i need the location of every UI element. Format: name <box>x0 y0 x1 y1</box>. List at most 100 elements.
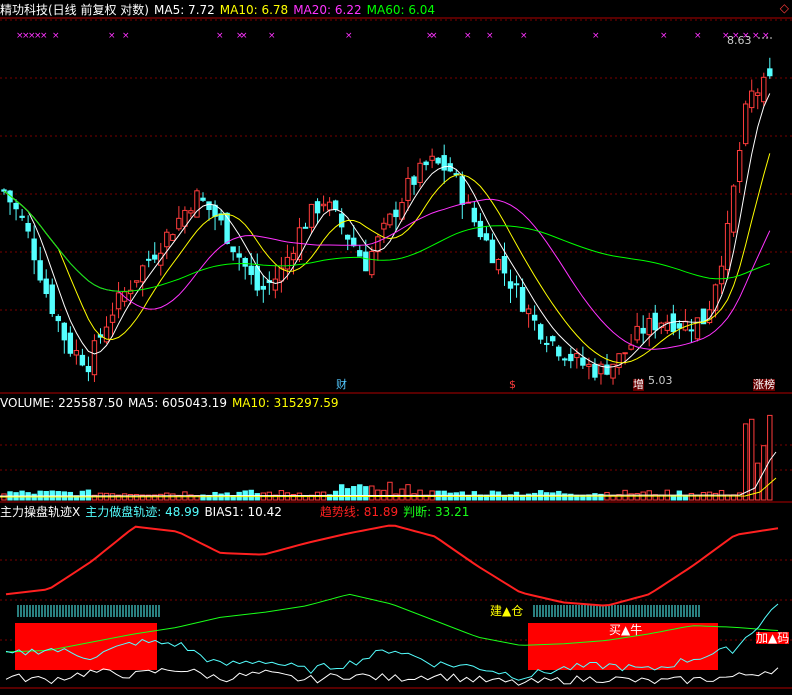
x-marker: × <box>52 31 60 41</box>
volume-bar <box>592 493 598 501</box>
candle-body <box>495 258 502 271</box>
candle-body <box>43 278 49 295</box>
candle-body <box>375 236 381 253</box>
candle-body <box>254 265 260 291</box>
x-marker: × <box>240 31 248 41</box>
candle-body <box>628 344 634 350</box>
volume-bar <box>755 462 761 501</box>
volume-value: VOLUME: 225587.50 <box>0 396 123 410</box>
candle-body <box>19 215 25 218</box>
candle-body <box>49 284 55 314</box>
candle-body <box>109 314 116 323</box>
volume-bar <box>369 485 375 501</box>
volume-bar <box>405 484 411 501</box>
candle-body <box>79 354 86 366</box>
x-marker: × <box>486 31 494 41</box>
candle-body <box>188 210 194 214</box>
candle-body <box>471 207 478 223</box>
signal-build: 建▲仓 <box>490 604 524 618</box>
volume-ma10: MA10: 315297.59 <box>231 396 339 410</box>
volume-bar <box>345 488 351 501</box>
candle-body <box>206 201 212 211</box>
candle-body <box>405 177 411 201</box>
volume-bar <box>85 489 92 501</box>
candle-body <box>332 200 339 211</box>
volume-bar <box>357 484 363 501</box>
candle-body <box>634 325 640 341</box>
candle-body <box>85 365 92 373</box>
event-marker-dollar[interactable]: $ <box>509 379 516 391</box>
candle-body <box>694 317 701 340</box>
stock-name: 精功科技(日线 前复权 对数) <box>0 3 149 17</box>
candle-body <box>357 250 363 257</box>
x-marker: × <box>464 31 472 41</box>
trend-line-value: 趋势线: 81.89 <box>319 505 399 519</box>
candle-body <box>537 324 544 340</box>
price-header: 精功科技(日线 前复权 对数) MA5: 7.72 MA10: 6.78 MA20: … <box>0 3 440 17</box>
candle-body <box>73 350 80 356</box>
candle-body <box>55 315 61 322</box>
signal-buy: 买▲牛 <box>609 623 643 637</box>
candle-body <box>429 155 435 161</box>
x-marker: × <box>108 31 116 41</box>
candle-body <box>531 314 538 321</box>
kline-chart-window[interactable]: × × × × × × × × × × × × × × × × × × × × × × × × × × 精功科技(日线 前复权 对… <box>0 0 792 695</box>
candle-body <box>513 283 520 286</box>
bias1-value: BIAS1: 10.42 <box>204 505 282 519</box>
x-marker: × <box>520 31 528 41</box>
candle-body <box>182 209 188 227</box>
candle-body <box>387 213 393 226</box>
candle-body <box>604 364 610 375</box>
candle-body <box>519 286 526 312</box>
candle-body <box>200 197 206 201</box>
candle-body <box>381 222 387 230</box>
candle-body <box>31 238 37 261</box>
candle-body <box>568 353 574 362</box>
volume-bar <box>248 489 254 501</box>
volume-header: VOLUME: 225587.50 MA5: 605043.19 MA10: 315… <box>0 396 344 410</box>
candle-body <box>230 246 236 253</box>
candle-body <box>302 226 309 229</box>
event-marker-top-gainer[interactable]: 涨榜 <box>753 379 775 391</box>
candle-body <box>652 312 658 331</box>
candle-body <box>550 336 556 342</box>
volume-bar <box>688 492 695 501</box>
candle-body <box>248 265 254 276</box>
x-marker: × <box>592 31 600 41</box>
candle-body <box>242 258 248 267</box>
candle-body <box>115 292 122 310</box>
diamond-icon[interactable]: ◇ <box>780 2 789 14</box>
ma5-value: MA5: 7.72 <box>154 3 215 17</box>
candle-body <box>640 327 646 334</box>
indicator-title: 主力操盘轨迹X <box>0 505 81 519</box>
candle-body <box>592 363 598 378</box>
bias1-line <box>5 667 779 686</box>
volume-bar <box>749 418 755 501</box>
candle-body <box>67 332 74 354</box>
x-marker: × <box>762 31 770 41</box>
candle-body <box>61 322 67 341</box>
candle-body <box>13 202 19 210</box>
indicator-header: 主力操盘轨迹X 主力做盘轨迹: 48.99 BIAS1: 10.42 趋势线: 81.… <box>0 505 474 519</box>
candle-body <box>314 201 321 214</box>
candle-body <box>544 342 550 345</box>
candle-body <box>742 103 749 145</box>
candle-body <box>212 204 218 217</box>
x-marker: × <box>40 31 48 41</box>
candle-body <box>260 285 266 290</box>
ma60-line <box>3 190 770 292</box>
candle-body <box>369 250 375 276</box>
x-marker: × <box>268 31 276 41</box>
candle-body <box>556 346 562 357</box>
chart-canvas[interactable]: ××××× × × × × ×× × × ×× × × × × × × × × × × × <box>0 0 792 695</box>
candle-body <box>338 213 345 228</box>
event-marker-finance[interactable]: 财 <box>336 379 347 391</box>
candle-body <box>423 161 429 166</box>
candle-body <box>435 157 441 164</box>
event-marker-increase[interactable]: 增 <box>633 379 644 391</box>
candle-body <box>761 76 767 103</box>
candle-body <box>152 254 158 260</box>
candle-body <box>646 317 652 336</box>
volume-bar <box>399 488 405 501</box>
candle-body <box>507 281 514 289</box>
